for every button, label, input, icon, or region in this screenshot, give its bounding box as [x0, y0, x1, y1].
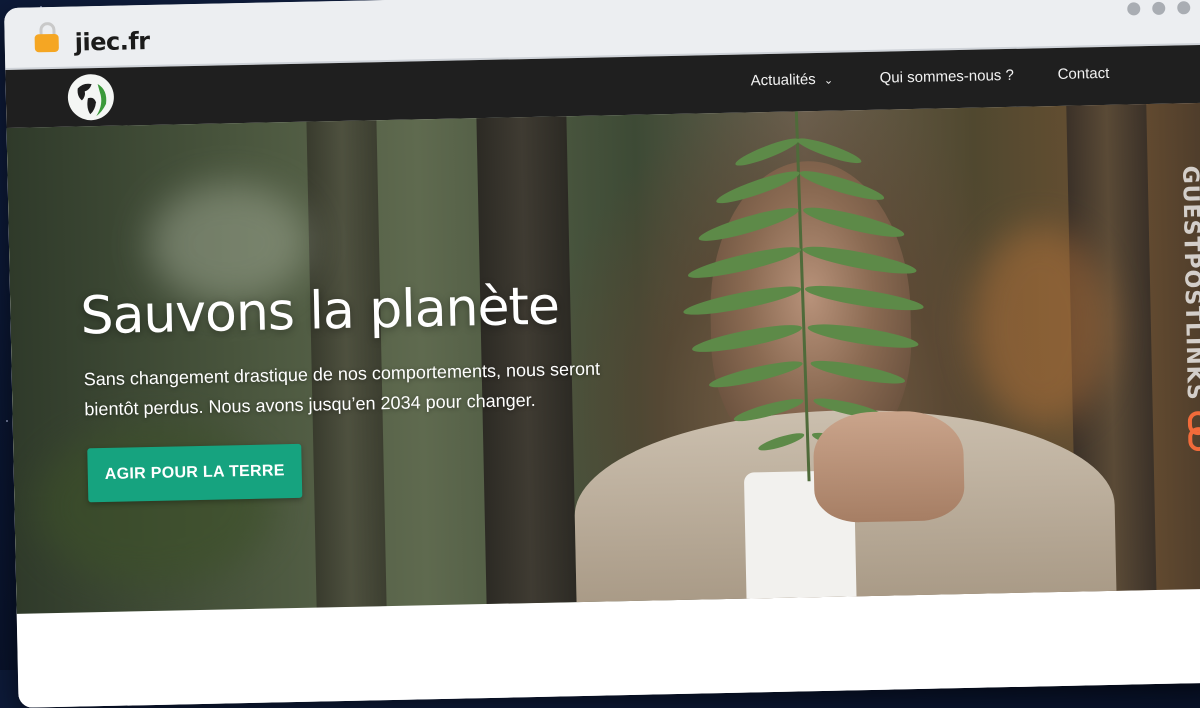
- window-dot-icon[interactable]: [1152, 1, 1166, 15]
- nav-item-contact[interactable]: Contact: [1057, 65, 1109, 83]
- hero-title: Sauvons la planète: [79, 276, 560, 347]
- browser-window: jiec.fr Actualités ⌄ Qui sommes-nous ? C…: [4, 0, 1200, 708]
- lock-icon: [34, 21, 59, 53]
- url-text[interactable]: jiec.fr: [74, 27, 149, 57]
- nav-item-qui-sommes-nous[interactable]: Qui sommes-nous ?: [879, 67, 1014, 87]
- nav-item-actualites[interactable]: Actualités ⌄: [751, 71, 834, 89]
- chevron-down-icon: ⌄: [823, 74, 834, 87]
- hero-section: GUESTPOSTLINKS Sauvons la planète Sans c…: [6, 102, 1200, 614]
- star-decoration: [6, 420, 8, 422]
- hand-photo: [812, 410, 965, 524]
- watermark: GUESTPOSTLINKS: [1177, 163, 1200, 464]
- watermark-text: GUESTPOSTLINKS: [1177, 165, 1200, 401]
- web-page: Actualités ⌄ Qui sommes-nous ? Contact G…: [5, 44, 1200, 708]
- hero-subtitle: Sans changement drastique de nos comport…: [83, 358, 601, 420]
- agir-pour-la-terre-button[interactable]: AGIR POUR LA TERRE: [87, 443, 303, 503]
- window-controls: [1127, 1, 1191, 16]
- window-dot-icon[interactable]: [1177, 1, 1191, 15]
- window-dot-icon[interactable]: [1127, 2, 1141, 16]
- link-icon: [1187, 411, 1200, 452]
- site-logo[interactable]: [67, 73, 115, 121]
